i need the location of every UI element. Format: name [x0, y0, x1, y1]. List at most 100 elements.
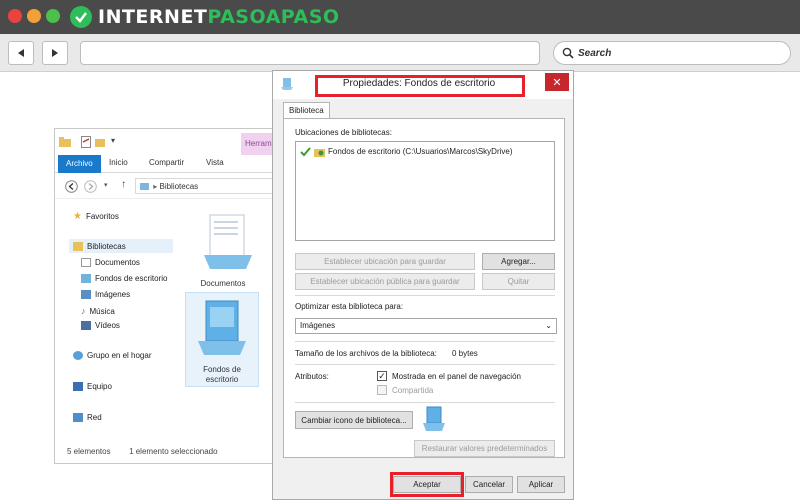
nav-favoritos[interactable]: ★ Favoritos	[73, 211, 119, 222]
videos-icon	[81, 321, 91, 330]
status-selected: 1 elemento seleccionado	[129, 447, 218, 456]
browser-titlebar: INTERNETPASOAPASO	[0, 0, 800, 34]
nav-equipo[interactable]: Equipo	[73, 382, 112, 391]
maximize-window-icon[interactable]	[46, 9, 60, 23]
attributes-label: Atributos:	[295, 372, 329, 381]
size-value: 0 bytes	[452, 349, 478, 358]
separator	[295, 341, 555, 342]
url-bar[interactable]	[80, 41, 540, 65]
nav-grupo-hogar[interactable]: Grupo en el hogar	[73, 351, 152, 360]
biblioteca-panel: Ubicaciones de bibliotecas: Fondos de es…	[283, 118, 565, 458]
nav-equipo-label: Equipo	[87, 382, 112, 391]
locations-label: Ubicaciones de bibliotecas:	[295, 128, 392, 137]
close-window-icon[interactable]	[8, 9, 22, 23]
title-highlight-box	[315, 75, 525, 97]
library-title-icon	[281, 78, 293, 90]
qat-dropdown-icon[interactable]: ▾	[111, 136, 115, 145]
star-icon: ★	[73, 211, 82, 222]
folder-location-icon	[314, 149, 325, 157]
search-icon	[562, 47, 574, 59]
folder-icon	[59, 137, 71, 147]
computer-icon	[73, 382, 83, 391]
history-dropdown-icon[interactable]: ▾	[104, 181, 108, 189]
up-arrow-icon[interactable]: ↑	[121, 179, 126, 190]
properties-icon[interactable]	[81, 136, 91, 148]
nav-bibliotecas[interactable]: Bibliotecas	[69, 239, 173, 253]
back-arrow-icon	[18, 49, 24, 57]
site-logo: INTERNETPASOAPASO	[70, 4, 340, 30]
tab-archivo[interactable]: Archivo	[58, 155, 101, 173]
contextual-tab-herramientas[interactable]: Herram	[241, 133, 275, 155]
nav-red-label: Red	[87, 413, 102, 422]
minimize-window-icon[interactable]	[27, 9, 41, 23]
tab-biblioteca[interactable]: Biblioteca	[283, 102, 330, 119]
chevron-down-icon: ⌄	[545, 321, 552, 330]
shown-in-nav-checkbox[interactable]: ✓	[377, 371, 387, 381]
nav-imagenes[interactable]: Imágenes	[81, 290, 130, 299]
library-item-fondos-selected[interactable]: Fondos de escritorio	[185, 292, 259, 387]
back-circle-icon[interactable]	[65, 180, 78, 193]
quick-access-toolbar: ▾ Herram	[55, 129, 275, 155]
apply-button[interactable]: Aplicar	[517, 476, 565, 493]
homegroup-icon	[73, 351, 83, 360]
shared-label: Compartida	[392, 386, 434, 395]
tab-vista[interactable]: Vista	[206, 158, 224, 167]
shared-checkbox[interactable]	[377, 385, 387, 395]
separator	[295, 295, 555, 296]
status-bar: 5 elementos 1 elemento seleccionado	[67, 447, 218, 456]
address-path: Bibliotecas	[159, 182, 199, 191]
library-icon-preview	[423, 406, 445, 431]
cancel-button[interactable]: Cancelar	[465, 476, 513, 493]
pictures-icon	[81, 290, 91, 299]
close-icon[interactable]: ✕	[545, 73, 569, 91]
back-button[interactable]	[8, 41, 34, 65]
restore-defaults-button[interactable]: Restaurar valores predeterminados	[414, 440, 555, 457]
properties-dialog: Propiedades: Fondos de escritorio ✕ Bibl…	[272, 70, 574, 500]
new-folder-icon[interactable]	[95, 136, 105, 148]
tab-compartir[interactable]: Compartir	[149, 158, 184, 167]
network-icon	[73, 413, 83, 422]
address-libraries-icon	[140, 183, 149, 191]
wallpaper-icon	[81, 274, 91, 283]
remove-button[interactable]: Quitar	[482, 273, 555, 290]
separator	[295, 402, 555, 403]
search-placeholder: Search	[578, 47, 612, 59]
location-entry[interactable]: Fondos de escritorio (C:\Usuarios\Marcos…	[300, 146, 513, 157]
nav-documentos[interactable]: Documentos	[81, 258, 140, 267]
wallpaper-library-icon	[198, 300, 246, 355]
forward-button[interactable]	[42, 41, 68, 65]
save-location-check-icon	[300, 147, 311, 157]
ribbon-tabs: Archivo Inicio Compartir Vista	[55, 155, 275, 173]
search-input[interactable]: Search	[553, 41, 791, 65]
separator	[295, 364, 555, 365]
nav-imagenes-label: Imágenes	[95, 290, 131, 299]
nav-grupo-hogar-label: Grupo en el hogar	[87, 351, 152, 360]
nav-musica[interactable]: ♪ Música	[81, 306, 115, 316]
file-explorer-window: ▾ Herram Archivo Inicio Compartir Vista …	[54, 128, 276, 464]
ok-highlight-box	[390, 472, 464, 497]
tab-inicio[interactable]: Inicio	[109, 158, 128, 167]
size-label: Tamaño de los archivos de la biblioteca:	[295, 349, 437, 358]
nav-bibliotecas-label: Bibliotecas	[87, 241, 126, 251]
nav-favoritos-label: Favoritos	[85, 212, 119, 221]
change-icon-button[interactable]: Cambiar icono de biblioteca...	[295, 411, 413, 429]
nav-videos[interactable]: Vídeos	[81, 321, 120, 330]
nav-documentos-label: Documentos	[95, 258, 140, 267]
fondos-label-line2: escritorio	[205, 375, 239, 384]
locations-list[interactable]: Fondos de escritorio (C:\Usuarios\Marcos…	[295, 141, 555, 241]
dialog-titlebar: Propiedades: Fondos de escritorio ✕	[273, 71, 573, 99]
documents-library-icon	[204, 214, 252, 269]
browser-toolbar: Search	[0, 34, 800, 72]
set-public-save-location-button[interactable]: Establecer ubicación pública para guarda…	[295, 273, 475, 290]
nav-musica-label: Música	[89, 306, 115, 316]
optimize-value: Imágenes	[300, 321, 336, 330]
optimize-select[interactable]: Imágenes ⌄	[295, 318, 557, 334]
nav-red[interactable]: Red	[73, 413, 102, 422]
add-button[interactable]: Agregar...	[482, 253, 555, 270]
music-icon: ♪	[81, 306, 86, 316]
set-save-location-button[interactable]: Establecer ubicación para guardar	[295, 253, 475, 270]
nav-fondos-escritorio[interactable]: Fondos de escritorio	[81, 274, 167, 283]
check-logo-icon	[70, 6, 92, 28]
address-bar[interactable]: ▸ Bibliotecas	[135, 178, 275, 194]
forward-circle-icon[interactable]	[84, 180, 97, 193]
